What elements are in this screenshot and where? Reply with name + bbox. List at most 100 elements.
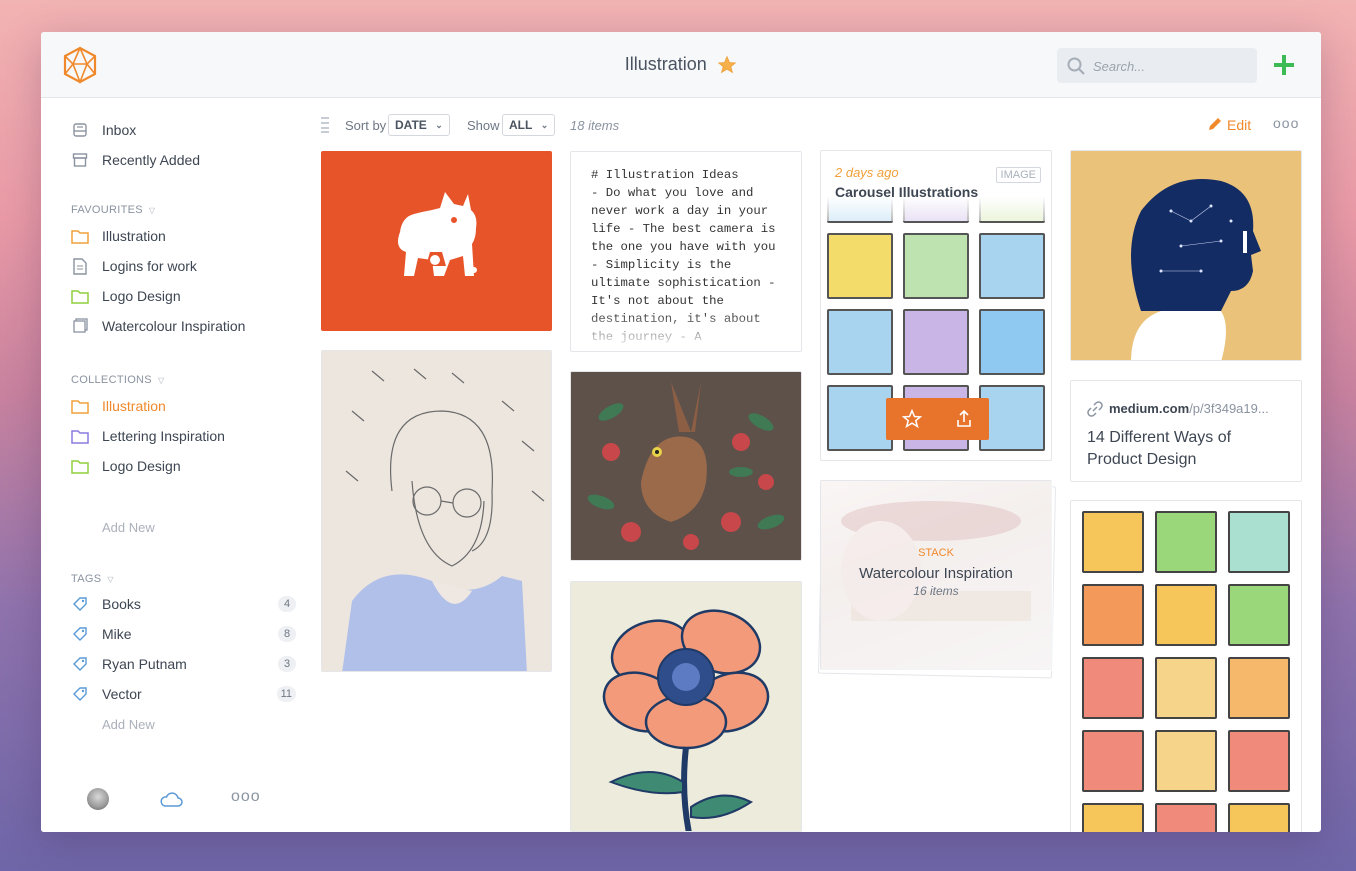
sidebar-item-label: Books — [102, 596, 141, 612]
sidebar-more-button[interactable]: ooo — [231, 788, 261, 806]
icon-set-tile — [1082, 584, 1144, 646]
chevron-down-icon: ⌄ — [540, 120, 549, 130]
icon-set-tile — [1155, 511, 1217, 573]
sort-select[interactable]: DATE ⌄ — [388, 114, 450, 136]
link-title: 14 Different Ways of Product Design — [1087, 429, 1232, 468]
search-icon — [1067, 57, 1085, 75]
share-icon[interactable] — [954, 409, 974, 429]
favourites-section-header[interactable]: FAVOURITES ▽ — [71, 204, 155, 216]
sidebar-item-label: Illustration — [102, 228, 166, 244]
link-path: /p/3f349a19... — [1189, 401, 1269, 416]
sidebar-item-col-lettering[interactable]: Lettering Inspiration — [71, 424, 296, 448]
add-tag-link[interactable]: Add New — [102, 717, 155, 732]
app-window: Illustration Inbox — [41, 32, 1321, 832]
archive-icon — [71, 151, 89, 169]
folder-icon — [71, 227, 89, 245]
sidebar-item-label: Illustration — [102, 398, 166, 414]
search-box[interactable] — [1057, 48, 1257, 83]
sort-value: DATE — [395, 118, 427, 132]
chevron-down-icon: ▽ — [157, 376, 165, 385]
stack-icon — [71, 317, 89, 335]
icon-set-tile — [1155, 584, 1217, 646]
icon-set-tile — [1082, 730, 1144, 792]
sidebar-item-fav-logo-design[interactable]: Logo Design — [71, 284, 296, 308]
add-item-button[interactable] — [1273, 54, 1295, 76]
tag-count-badge: 8 — [278, 626, 296, 642]
sidebar-item-fav-watercolour[interactable]: Watercolour Inspiration — [71, 314, 296, 338]
sidebar-item-label: Watercolour Inspiration — [102, 318, 246, 334]
more-options-button[interactable]: ooo — [1273, 115, 1299, 131]
card-portrait-illustration[interactable] — [321, 350, 552, 672]
carousel-thumbnail — [979, 233, 1045, 299]
card-stack-watercolour[interactable]: STACK Watercolour Inspiration 16 items — [818, 480, 1056, 679]
image-type-badge: IMAGE — [995, 167, 1041, 183]
stack-layer-front: STACK Watercolour Inspiration 16 items — [820, 480, 1053, 671]
sidebar-item-label: Inbox — [102, 122, 137, 138]
sidebar-tag-books[interactable]: Books 4 — [71, 592, 296, 616]
sidebar-tag-ryan-putnam[interactable]: Ryan Putnam 3 — [71, 652, 296, 676]
items-count: 18 items — [570, 118, 620, 133]
card-text-note[interactable]: # Illustration Ideas - Do what you love … — [570, 151, 802, 352]
sidebar-item-col-logo-design[interactable]: Logo Design — [71, 454, 296, 478]
icon-set-tile — [1155, 730, 1217, 792]
folder-icon — [71, 287, 89, 305]
carousel-thumbnail — [979, 309, 1045, 375]
edit-button[interactable]: Edit — [1207, 116, 1251, 133]
card-constellation-head-illustration[interactable] — [1070, 150, 1302, 361]
sidebar-item-fav-illustration[interactable]: Illustration — [71, 224, 296, 248]
tag-icon — [71, 685, 89, 703]
grip-handle-icon[interactable] — [321, 117, 329, 133]
constellation-head-illustration — [1071, 151, 1301, 360]
card-flower-illustration[interactable] — [570, 581, 802, 832]
tag-icon — [71, 625, 89, 643]
content-toolbar: Sort by DATE ⌄ Show ALL ⌄ 18 items Edit … — [321, 114, 1301, 136]
poppy-flower-illustration — [571, 582, 801, 831]
icon-set-tile — [1228, 584, 1290, 646]
sidebar-item-inbox[interactable]: Inbox — [71, 118, 296, 142]
page-title: Illustration — [624, 54, 707, 74]
tag-icon — [71, 655, 89, 673]
link-icon — [1087, 401, 1103, 417]
tags-section-header[interactable]: TAGS ▽ — [71, 573, 114, 585]
add-collection-link[interactable]: Add New — [102, 520, 155, 535]
section-label: FAVOURITES — [71, 204, 143, 216]
star-icon[interactable] — [902, 409, 922, 429]
sidebar-item-fav-logins[interactable]: Logins for work — [71, 254, 296, 278]
collections-section-header[interactable]: COLLECTIONS ▽ — [71, 374, 164, 386]
search-input[interactable] — [1093, 56, 1243, 76]
sidebar-item-col-illustration[interactable]: Illustration — [71, 394, 296, 418]
link-domain: medium.com — [1109, 401, 1190, 416]
carousel-thumbnail — [827, 233, 893, 299]
user-avatar[interactable] — [87, 788, 109, 810]
folder-icon — [71, 427, 89, 445]
sidebar-item-label: Logo Design — [102, 288, 181, 304]
icon-set-tile — [1082, 657, 1144, 719]
card-icon-set-illustration[interactable] — [1070, 500, 1302, 832]
tag-count-badge: 4 — [278, 596, 296, 612]
favourite-star-icon[interactable] — [717, 55, 737, 75]
carousel-meta: 2 days ago Carousel Illustrations — [835, 165, 978, 200]
document-icon — [71, 257, 89, 275]
sidebar-item-label: Mike — [102, 626, 132, 642]
sidebar-item-recently-added[interactable]: Recently Added — [71, 148, 296, 172]
cloud-sync-icon[interactable] — [159, 792, 183, 808]
card-logo-dog-image[interactable] — [321, 151, 552, 331]
sidebar-tag-mike[interactable]: Mike 8 — [71, 622, 296, 646]
sidebar-item-label: Ryan Putnam — [102, 656, 187, 672]
folder-icon — [71, 397, 89, 415]
sidebar-item-label: Vector — [102, 686, 142, 702]
show-label: Show — [467, 118, 500, 133]
card-link-medium[interactable]: medium.com/p/3f349a19... 14 Different Wa… — [1070, 380, 1302, 482]
show-select[interactable]: ALL ⌄ — [502, 114, 556, 136]
stack-count: 16 items — [913, 584, 959, 598]
carousel-thumbnail — [903, 309, 969, 375]
tag-icon — [71, 595, 89, 613]
sidebar-item-label: Logins for work — [102, 258, 197, 274]
icon-set-tile — [1082, 511, 1144, 573]
link-url: medium.com/p/3f349a19... — [1109, 401, 1269, 416]
card-rabbit-illustration[interactable] — [570, 371, 802, 561]
chevron-down-icon: ⌄ — [435, 120, 443, 130]
sidebar-tag-vector[interactable]: Vector 11 — [71, 682, 296, 706]
card-carousel-illustrations[interactable]: 2 days ago Carousel Illustrations IMAGE — [820, 150, 1052, 461]
icon-set-tile — [1228, 511, 1290, 573]
